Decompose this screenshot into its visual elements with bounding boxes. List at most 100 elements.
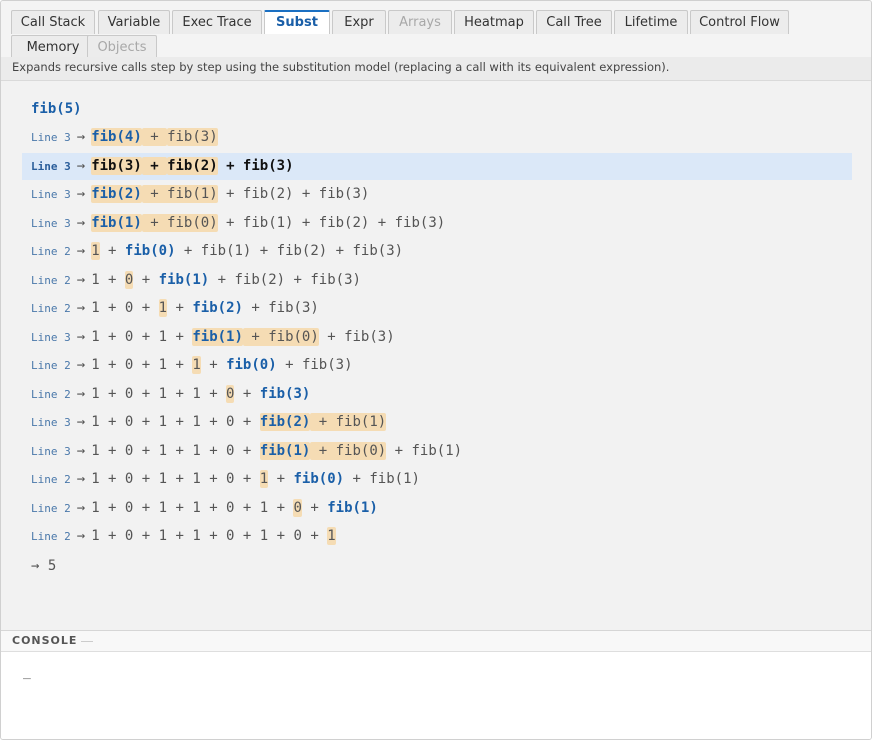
expression-term-highlight: fib(3) <box>259 385 311 402</box>
expression-term-highlight: + fib(1) <box>141 185 218 203</box>
expression-term: 1 + 0 + <box>91 300 159 316</box>
step-expression: 1 + 0 + 1 + fib(1) + fib(0) + fib(3) <box>91 327 395 346</box>
expression-term-highlight: + fib(0) <box>310 441 387 460</box>
substitution-panel: fib(5) Line 3 → fib(4) + fib(3) Line 3 → fib(… <box>1 82 871 630</box>
substitution-step[interactable]: Line 3 → fib(4) + fib(3) <box>22 124 852 151</box>
step-line-number: Line 3 <box>31 416 71 429</box>
step-line-number: Line 2 <box>31 273 71 287</box>
step-expression: fib(1) + fib(0) + fib(1) + fib(2) + fib(… <box>91 213 445 232</box>
app-window: Call Stack Variable Exec Trace Subst Expr Arr… <box>0 0 872 740</box>
expression-term: + <box>301 499 328 516</box>
expression-term-highlight: fib(3) <box>167 128 218 146</box>
step-expression: fib(2) + fib(1) + fib(2) + fib(3) <box>91 185 369 203</box>
step-expression: fib(3) + fib(2) + fib(3) <box>91 156 294 175</box>
expression-term: + fib(3) <box>242 300 319 316</box>
step-expression: 1 + 0 + 1 + fib(2) + fib(3) <box>91 299 319 317</box>
expression-term-highlight: 1 <box>91 242 100 260</box>
expression-term: + fib(1) <box>344 471 420 487</box>
step-expression: 1 + 0 + 1 + 1 + 0 + fib(2) + fib(1) <box>91 413 387 431</box>
step-expression: fib(4) + fib(3) <box>91 128 218 146</box>
console-header: CONSOLE <box>1 631 871 652</box>
step-expression: 1 + 0 + 1 + 1 + 0 + 1 + 0 + 1 <box>91 527 336 545</box>
step-line-number: Line 3 <box>31 330 71 344</box>
expression-term: + <box>167 300 193 316</box>
step-arrow-icon: → <box>76 442 86 459</box>
view-description: Expands recursive calls step by step usi… <box>1 57 871 81</box>
expression-term: 1 + <box>91 271 125 288</box>
expression-term: + <box>99 243 125 259</box>
expression-term-highlight: + fib(0) <box>242 327 319 346</box>
expression-term: + fib(3) <box>318 328 395 345</box>
substitution-step[interactable]: Line 2 → 1 + 0 + 1 + 1 + 0 + 1 + fib(0) + … <box>22 466 852 493</box>
tab-heatmap[interactable]: Heatmap <box>454 10 534 34</box>
tab-exec-trace[interactable]: Exec Trace <box>172 10 262 34</box>
tab-call-tree[interactable]: Call Tree <box>536 10 612 34</box>
step-expression: 1 + fib(0) + fib(1) + fib(2) + fib(3) <box>91 242 403 260</box>
tab-control-flow[interactable]: Control Flow <box>690 10 789 34</box>
expression-term-highlight: fib(1) <box>91 213 142 232</box>
substitution-step[interactable]: Line 2 → 1 + fib(0) + fib(1) + fib(2) + fi… <box>22 238 852 265</box>
substitution-step[interactable]: Line 2 → 1 + 0 + 1 + 1 + 0 + 1 + 0 + fib(1… <box>22 495 852 522</box>
tab-subst[interactable]: Subst <box>264 10 330 34</box>
step-arrow-icon: → <box>76 528 86 544</box>
expression-term: 1 + 0 + 1 + 1 + 0 + <box>91 471 260 487</box>
tab-expr[interactable]: Expr <box>332 10 386 34</box>
expression-term: + fib(2) + fib(3) <box>209 271 361 288</box>
step-arrow-icon: → <box>76 328 86 345</box>
console-cursor[interactable]: _ <box>23 665 31 680</box>
expression-term-highlight: + <box>141 156 168 175</box>
substitution-step[interactable]: Line 3 → 1 + 0 + 1 + 1 + 0 + fib(1) + fib(… <box>22 438 852 465</box>
substitution-step[interactable]: Line 2 → 1 + 0 + 1 + 1 + fib(0) + fib(3) <box>22 352 852 379</box>
step-line-number: Line 3 <box>31 131 71 144</box>
substitution-step[interactable]: Line 2 → 1 + 0 + 1 + fib(2) + fib(3) <box>22 295 852 322</box>
step-arrow-icon: → <box>76 385 86 402</box>
expression-term-highlight: fib(0) <box>124 243 176 259</box>
expression-term: + <box>133 271 159 288</box>
step-expression: 1 + 0 + 1 + 1 + 0 + fib(3) <box>91 384 311 403</box>
tab-arrays: Arrays <box>388 10 452 34</box>
expression-term-highlight: fib(2) <box>192 300 243 316</box>
step-line-number: Line 3 <box>31 444 71 458</box>
substitution-step[interactable]: Line 3 → 1 + 0 + 1 + 1 + 0 + fib(2) + fib(… <box>22 409 852 436</box>
expression-term: + fib(3) <box>217 157 294 174</box>
tab-memory[interactable]: Memory <box>11 35 95 59</box>
expression-term-highlight: 0 <box>293 498 302 517</box>
step-line-number: Line 2 <box>31 387 71 401</box>
step-line-number: Line 2 <box>31 530 71 543</box>
tab-variable[interactable]: Variable <box>98 10 170 34</box>
expression-term: + <box>234 385 260 402</box>
initial-expression: fib(5) <box>31 101 82 117</box>
substitution-step[interactable]: Line 3 → 1 + 0 + 1 + fib(1) + fib(0) + fib… <box>22 324 852 351</box>
expression-term-highlight: 1 <box>192 356 201 374</box>
step-expression: 1 + 0 + 1 + 1 + 0 + 1 + 0 + fib(1) <box>91 498 378 517</box>
expression-term-highlight: 1 <box>327 527 336 545</box>
tab-bar: Call Stack Variable Exec Trace Subst Expr Arr… <box>1 1 871 59</box>
tab-objects: Objects <box>87 35 157 59</box>
tab-call-stack[interactable]: Call Stack <box>11 10 95 34</box>
substitution-step-current[interactable]: Line 3 → fib(3) + fib(2) + fib(3) <box>22 152 852 180</box>
step-arrow-icon: → <box>76 357 86 373</box>
substitution-step[interactable]: Line 2 → 1 + 0 + fib(1) + fib(2) + fib(3) <box>22 267 852 294</box>
step-line-number: Line 2 <box>31 473 71 486</box>
step-line-number: Line 3 <box>31 216 71 230</box>
substitution-result: → 5 <box>31 557 57 574</box>
expression-term: 1 + 0 + 1 + 1 + 0 + <box>91 414 260 430</box>
expression-term: 1 + 0 + 1 + 1 + 0 + 1 + 0 + <box>91 528 328 544</box>
step-line-number: Line 2 <box>31 359 71 372</box>
step-arrow-icon: → <box>76 300 86 316</box>
expression-term-highlight: fib(4) <box>91 128 142 146</box>
substitution-step[interactable]: Line 3 → fib(2) + fib(1) + fib(2) + fib(3) <box>22 181 852 208</box>
expression-term-highlight: fib(1) <box>192 327 243 346</box>
expression-term-highlight: + fib(1) <box>310 413 387 431</box>
expression-term: + fib(1) <box>386 442 463 459</box>
substitution-step[interactable]: Line 3 → fib(1) + fib(0) + fib(1) + fib(2)… <box>22 210 852 237</box>
expression-term-highlight: + <box>141 128 168 146</box>
step-arrow-icon: → <box>76 414 86 430</box>
console-title: CONSOLE <box>12 634 78 647</box>
tab-lifetime[interactable]: Lifetime <box>614 10 688 34</box>
substitution-step[interactable]: Line 2 → 1 + 0 + 1 + 1 + 0 + 1 + 0 + 1 <box>22 523 852 550</box>
substitution-step[interactable]: Line 2 → 1 + 0 + 1 + 1 + 0 + fib(3) <box>22 381 852 408</box>
expression-term: + <box>268 471 294 487</box>
expression-term-highlight: fib(2) <box>91 185 142 203</box>
expression-term-highlight: fib(2) <box>259 413 311 431</box>
